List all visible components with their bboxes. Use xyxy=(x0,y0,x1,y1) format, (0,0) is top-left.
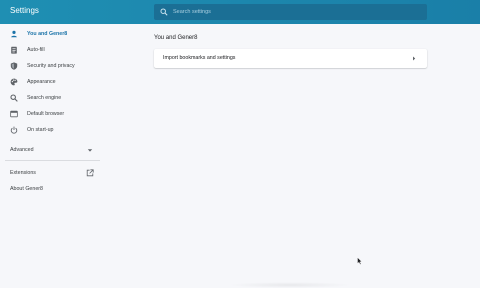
section-title: You and Gener8 xyxy=(154,35,198,41)
search-box[interactable] xyxy=(154,4,427,20)
sidebar-item-extensions[interactable]: Extensions xyxy=(0,166,100,180)
sidebar-item-label: Default browser xyxy=(27,111,65,117)
sidebar-item-label: Auto-fill xyxy=(27,47,45,53)
browser-icon xyxy=(10,110,18,118)
sidebar-item-security-and-privacy[interactable]: Security and privacy xyxy=(0,59,100,73)
sidebar-item-label: About Gener8 xyxy=(10,186,43,192)
mouse-cursor-icon xyxy=(357,257,363,265)
advanced-label: Advanced xyxy=(10,147,34,153)
bottom-shadow xyxy=(228,282,352,288)
sidebar-item-appearance[interactable]: Appearance xyxy=(0,75,100,89)
sidebar-item-label: You and Gener8 xyxy=(27,31,68,37)
clipboard-icon xyxy=(11,46,17,54)
sidebar-advanced-toggle[interactable]: Advanced xyxy=(0,143,100,157)
sidebar-item-on-start-up[interactable]: On start-up xyxy=(0,123,100,137)
shield-icon xyxy=(10,62,18,70)
import-bookmarks-label: Import bookmarks and settings xyxy=(163,55,236,61)
sidebar-item-label: Security and privacy xyxy=(27,63,75,69)
import-bookmarks-row[interactable]: Import bookmarks and settings xyxy=(154,49,427,68)
sidebar-item-auto-fill[interactable]: Auto-fill xyxy=(0,43,100,57)
sidebar: You and Gener8 Auto-fill Security and pr… xyxy=(0,24,100,288)
person-icon xyxy=(11,30,17,38)
search-input[interactable] xyxy=(173,6,413,18)
chevron-down-icon xyxy=(87,149,93,152)
sidebar-item-about-gener8[interactable]: About Gener8 xyxy=(0,182,100,196)
sidebar-item-search-engine[interactable]: Search engine xyxy=(0,91,100,105)
search-icon xyxy=(10,94,18,102)
sidebar-item-default-browser[interactable]: Default browser xyxy=(0,107,100,121)
chevron-right-icon xyxy=(413,56,416,61)
top-bar: Settings xyxy=(0,0,480,24)
page-title: Settings xyxy=(10,6,39,15)
sidebar-divider xyxy=(5,160,100,161)
power-icon xyxy=(10,126,18,134)
external-link-icon xyxy=(86,169,94,177)
palette-icon xyxy=(10,78,18,86)
sidebar-item-you-and-gener8[interactable]: You and Gener8 xyxy=(0,27,100,41)
sidebar-item-label: On start-up xyxy=(27,127,54,133)
sidebar-item-label: Extensions xyxy=(10,170,36,176)
sidebar-item-label: Appearance xyxy=(27,79,56,85)
search-icon xyxy=(160,8,168,16)
sidebar-item-label: Search engine xyxy=(27,95,62,101)
